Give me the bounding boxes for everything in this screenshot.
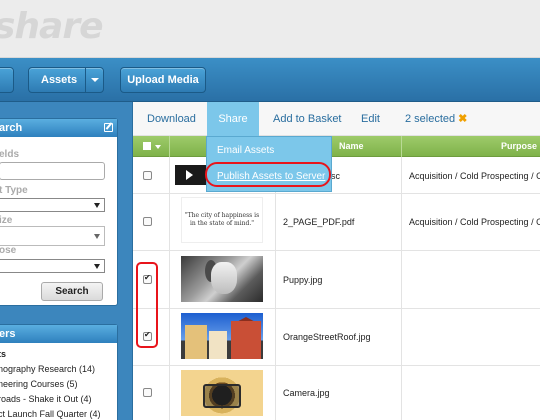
folder-root[interactable]: ts [0, 347, 114, 362]
image-thumbnail[interactable] [181, 313, 263, 359]
selected-count: 2 selected ✖ [405, 102, 467, 136]
selected-count-text: 2 selected [405, 113, 456, 125]
folders-panel: ers ts nography Research (14) neering Co… [0, 324, 118, 420]
tab-download[interactable]: Download [147, 102, 196, 136]
folder-item[interactable]: ct Launch Fall Quarter (4) [0, 407, 114, 420]
table-row[interactable]: sc Acquisition / Cold Prospecting / Out [133, 157, 540, 194]
table-row[interactable]: OrangeStreetRoof.jpg [133, 309, 540, 366]
size-select[interactable] [0, 226, 105, 246]
image-thumbnail[interactable] [181, 256, 263, 302]
play-icon [186, 170, 193, 180]
table-row[interactable]: Puppy.jpg [133, 251, 540, 309]
grid-header: T Name Purpose [133, 136, 540, 157]
asset-name[interactable]: sc [331, 171, 340, 181]
chevron-down-icon[interactable] [155, 145, 161, 149]
edit-icon[interactable] [104, 123, 113, 132]
tab-share[interactable]: Share [207, 102, 259, 136]
folders-panel-title: ers [0, 325, 117, 343]
row-checkbox[interactable] [143, 171, 152, 180]
purpose-select[interactable] [0, 259, 105, 273]
tab-add-to-basket[interactable]: Add to Basket [273, 102, 342, 136]
fields-input[interactable] [0, 162, 105, 180]
assets-menu-button[interactable]: Assets [28, 67, 104, 93]
assets-menu-label: Assets [41, 74, 78, 86]
folder-item[interactable]: neering Courses (5) [0, 377, 114, 392]
main-navbar: Assets Upload Media [0, 58, 540, 102]
folder-list: ts nography Research (14) neering Course… [0, 343, 117, 420]
select-all-checkbox[interactable] [143, 142, 151, 150]
column-divider [401, 136, 402, 157]
fields-label: elds [0, 149, 20, 160]
search-panel: arch elds t Type ize ose Search [0, 118, 118, 306]
tab-edit[interactable]: Edit [361, 102, 380, 136]
image-thumbnail[interactable] [181, 370, 263, 416]
search-panel-title: arch [0, 119, 117, 137]
sidebar: arch elds t Type ize ose Search ers ts n… [0, 102, 132, 420]
asset-name[interactable]: OrangeStreetRoof.jpg [283, 332, 371, 342]
table-row[interactable]: "The city of happiness is in the state o… [133, 194, 540, 251]
app-logo: share [0, 6, 104, 47]
row-checkbox[interactable] [143, 388, 152, 397]
top-header: share [0, 0, 540, 58]
search-button[interactable]: Search [41, 282, 103, 301]
pdf-thumbnail[interactable]: "The city of happiness is in the state o… [181, 197, 263, 243]
purpose-label: ose [0, 245, 17, 256]
column-header-purpose[interactable]: Purpose [501, 141, 537, 151]
folder-item[interactable]: roads - Shake it Out (4) [0, 392, 114, 407]
asset-type-select[interactable] [0, 198, 105, 212]
size-label: ize [0, 215, 13, 226]
clear-selection-icon[interactable]: ✖ [458, 102, 467, 136]
action-toolbar: Download Share Add to Basket Edit 2 sele… [133, 102, 540, 136]
row-checkbox[interactable] [143, 217, 152, 226]
upload-media-button[interactable]: Upload Media [120, 67, 206, 93]
column-divider [169, 136, 170, 157]
column-header-name[interactable]: Name [339, 141, 364, 151]
email-assets-menu-item[interactable]: Email Assets [217, 145, 274, 156]
nav-button-partial[interactable] [0, 67, 14, 93]
asset-grid-area: Download Share Add to Basket Edit 2 sele… [132, 102, 540, 420]
asset-type-label: t Type [0, 185, 28, 196]
annotation-highlight-checkboxes [136, 262, 158, 348]
annotation-highlight-publish [205, 162, 331, 187]
asset-purpose: Acquisition / Cold Prospecting / Out [409, 171, 540, 181]
asset-purpose: Acquisition / Cold Prospecting / Out [409, 217, 540, 227]
chevron-down-icon[interactable] [85, 68, 103, 92]
asset-name[interactable]: 2_PAGE_PDF.pdf [283, 217, 354, 227]
folder-item[interactable]: nography Research (14) [0, 362, 114, 377]
table-row[interactable]: Camera.jpg [133, 366, 540, 420]
asset-name[interactable]: Camera.jpg [283, 388, 330, 398]
asset-name[interactable]: Puppy.jpg [283, 275, 322, 285]
